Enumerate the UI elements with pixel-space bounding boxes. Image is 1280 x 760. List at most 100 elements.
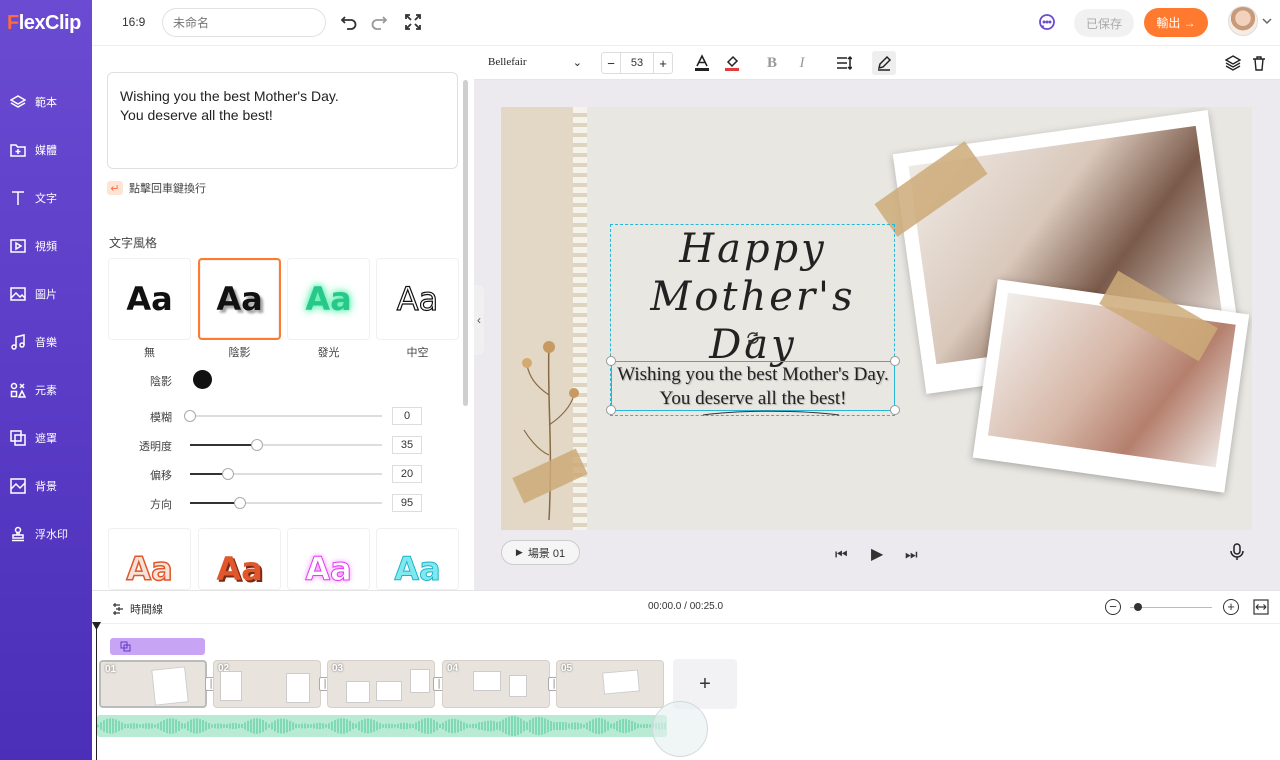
blur-label: 模糊 xyxy=(150,412,172,424)
panel-scrollbar[interactable] xyxy=(463,80,468,406)
text-style-icon[interactable] xyxy=(872,51,896,75)
preview-stage[interactable]: Happy Mother's Day Wishing you the best … xyxy=(501,107,1252,530)
style-3d-card[interactable]: Aa xyxy=(198,528,281,590)
direction-slider[interactable] xyxy=(190,497,382,509)
sidebar-item-media[interactable]: 媒體 xyxy=(0,130,92,170)
underline-flourish xyxy=(702,410,840,416)
sidebar-item-background[interactable]: 背景 xyxy=(0,466,92,506)
resize-handle[interactable] xyxy=(606,405,616,415)
highlight-color-icon[interactable] xyxy=(723,54,741,72)
direction-value-input[interactable]: 95 xyxy=(392,494,422,512)
playhead[interactable] xyxy=(96,624,97,760)
scene-clip[interactable]: 04 xyxy=(442,660,550,708)
rotate-handle-icon[interactable] xyxy=(745,331,761,345)
delete-icon[interactable] xyxy=(1250,54,1268,72)
saved-status: 已保存 xyxy=(1074,9,1134,37)
resize-handle[interactable] xyxy=(606,356,616,366)
style-cyan-card[interactable]: Aa xyxy=(376,528,459,590)
text-style-title: 文字風格 xyxy=(109,236,158,250)
sidebar-item-label: 浮水印 xyxy=(35,529,68,541)
video-icon xyxy=(10,239,26,253)
scene-clip[interactable]: 01 xyxy=(99,660,207,708)
font-size-stepper[interactable]: − 53 + xyxy=(601,52,673,74)
scene-selector-button[interactable]: ▶ 場景 01 xyxy=(501,540,580,565)
blur-slider[interactable] xyxy=(184,410,382,422)
italic-button[interactable]: I xyxy=(793,54,811,72)
sidebar-item-watermark[interactable]: 浮水印 xyxy=(0,514,92,554)
zoom-in-button[interactable]: + xyxy=(1223,599,1239,615)
offset-slider[interactable] xyxy=(190,468,382,480)
timeline-label: 時間線 xyxy=(112,601,163,617)
style-neon-card[interactable]: Aa xyxy=(287,528,370,590)
undo-icon[interactable] xyxy=(340,13,358,31)
font-select[interactable]: Bellefair ⌄ xyxy=(488,56,582,69)
scene-clip[interactable]: 05 xyxy=(556,660,664,708)
zoom-out-button[interactable]: − xyxy=(1105,599,1121,615)
stage-title-text[interactable]: Happy Mother's Day xyxy=(611,225,895,369)
next-scene-button[interactable]: ⏭ xyxy=(905,546,918,563)
music-icon xyxy=(11,334,25,350)
overlay-track-clip[interactable] xyxy=(110,638,205,655)
project-title-input[interactable] xyxy=(162,8,326,37)
audio-waveform xyxy=(97,716,666,736)
shadow-color-swatch[interactable] xyxy=(193,370,212,389)
sidebar-item-label: 背景 xyxy=(35,481,57,493)
zoom-slider-knob[interactable] xyxy=(1134,603,1143,611)
sidebar-item-image[interactable]: 圖片 xyxy=(0,274,92,314)
play-button[interactable]: ▶ xyxy=(871,544,883,564)
blur-value-input[interactable]: 0 xyxy=(392,407,422,425)
scene-clip[interactable]: 02 xyxy=(213,660,321,708)
style-shadow-card[interactable]: Aa xyxy=(198,258,281,340)
sidebar-item-elements[interactable]: 元素 xyxy=(0,370,92,410)
zoom-slider[interactable] xyxy=(1130,607,1212,608)
resize-handle[interactable] xyxy=(890,356,900,366)
bold-button[interactable]: B xyxy=(763,54,781,72)
avatar[interactable] xyxy=(1228,6,1258,36)
sidebar-item-label: 視頻 xyxy=(35,241,57,253)
opacity-value-input[interactable]: 35 xyxy=(392,436,422,454)
redo-icon[interactable] xyxy=(370,13,388,31)
style-glow-card[interactable]: Aa xyxy=(287,258,370,340)
opacity-label: 透明度 xyxy=(139,441,172,453)
sidebar-item-overlay[interactable]: 遮罩 xyxy=(0,418,92,458)
style-hollow-card[interactable]: Aa xyxy=(376,258,459,340)
photo-frame-pregnant[interactable] xyxy=(972,279,1250,493)
resize-handle[interactable] xyxy=(890,405,900,415)
sidebar-item-video[interactable]: 視頻 xyxy=(0,226,92,266)
style-none-card[interactable]: Aa xyxy=(108,258,191,340)
chevron-down-icon[interactable] xyxy=(1262,16,1272,26)
audio-track[interactable] xyxy=(97,715,667,737)
top-bar: 16:9 已保存 輸出 → xyxy=(92,0,1280,46)
offset-value-input[interactable]: 20 xyxy=(392,465,422,483)
feedback-icon[interactable] xyxy=(1038,13,1056,31)
fullscreen-icon[interactable] xyxy=(404,13,422,31)
layers-icon[interactable] xyxy=(1224,54,1242,72)
previous-scene-button[interactable]: ⏮ xyxy=(835,546,848,563)
timeline-icon xyxy=(113,603,123,615)
elements-icon xyxy=(10,382,26,398)
shadow-color-label: 陰影 xyxy=(150,376,172,388)
style-outline-card[interactable]: Aa xyxy=(108,528,191,590)
text-settings-panel: Wishing you the best Mother's Day. You d… xyxy=(92,46,474,590)
export-button[interactable]: 輸出 → xyxy=(1144,8,1208,37)
fit-timeline-icon[interactable] xyxy=(1253,599,1269,615)
scene-clip[interactable]: 03 xyxy=(327,660,435,708)
opacity-slider[interactable] xyxy=(190,439,382,451)
sidebar-item-music[interactable]: 音樂 xyxy=(0,322,92,362)
text-align-icon[interactable] xyxy=(835,54,853,72)
flexclip-logo[interactable]: FlexClip xyxy=(7,12,81,35)
text-content-input[interactable]: Wishing you the best Mother's Day. You d… xyxy=(107,72,458,169)
increase-size-button[interactable]: + xyxy=(654,56,672,71)
aspect-ratio-button[interactable]: 16:9 xyxy=(122,15,145,29)
sidebar-item-text[interactable]: 文字 xyxy=(0,178,92,218)
text-color-icon[interactable] xyxy=(693,54,711,72)
stage-subtitle-text[interactable]: Wishing you the best Mother's Day. You d… xyxy=(611,363,895,411)
font-size-value[interactable]: 53 xyxy=(620,53,654,73)
background-icon xyxy=(10,478,26,494)
microphone-icon[interactable] xyxy=(1230,543,1244,561)
sidebar-item-templates[interactable]: 範本 xyxy=(0,82,92,122)
sidebar: FlexClip 範本 媒體 文字 視頻 圖片 音樂 元素 遮罩 背景 浮水印 xyxy=(0,0,92,760)
watermark-logo xyxy=(652,701,708,757)
decrease-size-button[interactable]: − xyxy=(602,56,620,71)
collapse-panel-button[interactable]: ‹ xyxy=(474,285,484,355)
